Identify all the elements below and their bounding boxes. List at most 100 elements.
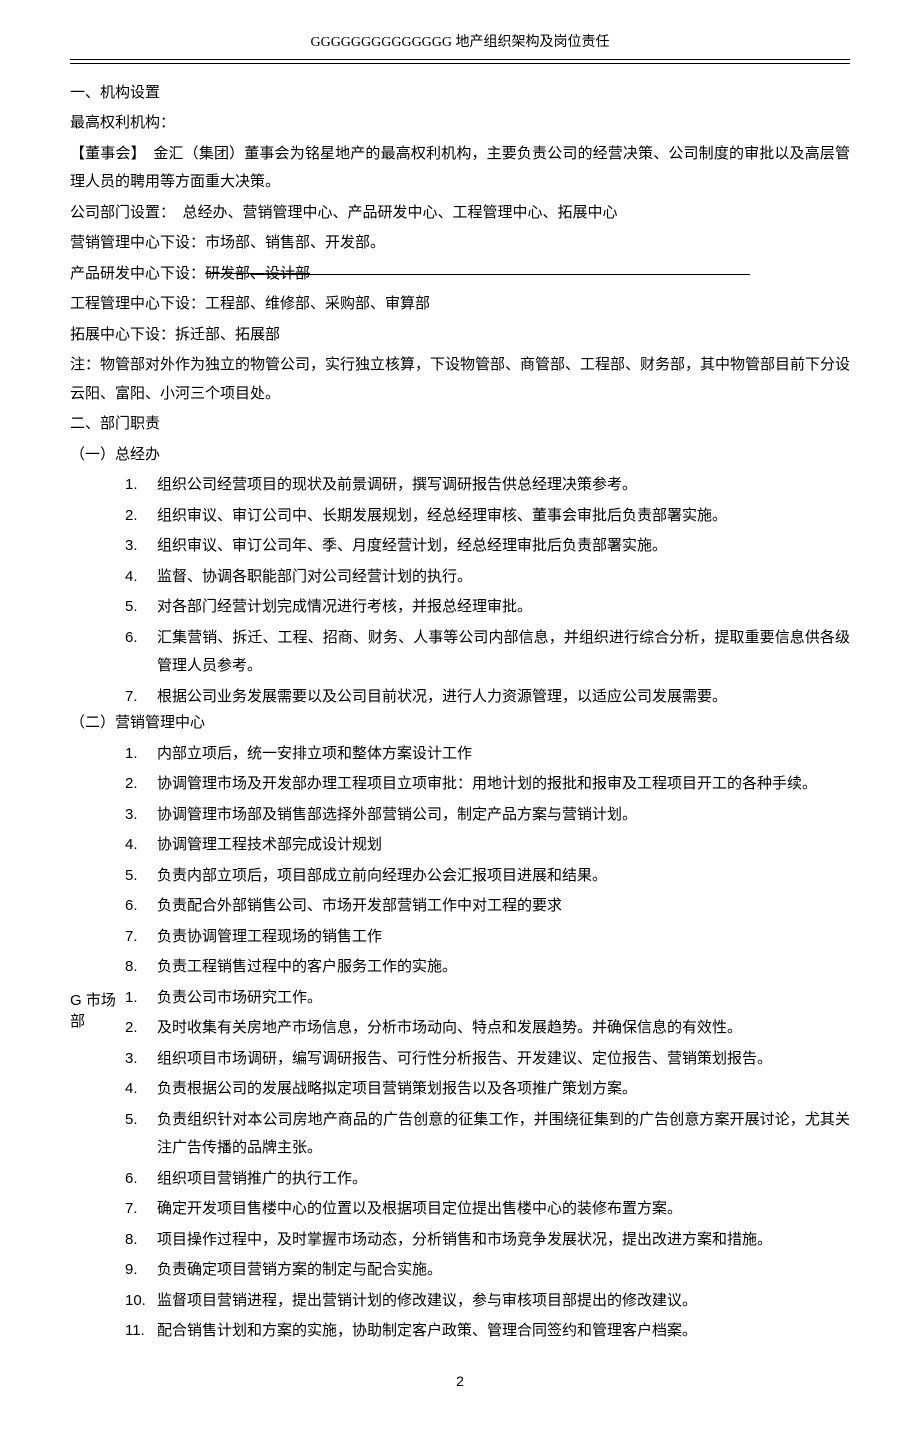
list-text: 汇集营销、拆迁、工程、招商、财务、人事等公司内部信息，并组织进行综合分析，提取重… [157, 624, 850, 681]
list-item: 1.负责公司市场研究工作。 [125, 984, 850, 1013]
list-text: 监督、协调各职能部门对公司经营计划的执行。 [157, 563, 850, 592]
list-item: 7.根据公司业务发展需要以及公司目前状况，进行人力资源管理，以适应公司发展需要。 [125, 683, 850, 712]
list-text: 负责内部立项后，项目部成立前向经理办公会汇报项目进展和结果。 [157, 862, 850, 891]
list-item: 3.组织项目市场调研，编写调研报告、可行性分析报告、开发建议、定位报告、营销策划… [125, 1045, 850, 1074]
list-text: 负责根据公司的发展战略拟定项目营销策划报告以及各项推广策划方案。 [157, 1075, 850, 1104]
subsection-side-label: G 市场部 [70, 984, 125, 1032]
list-number: 4. [125, 563, 157, 592]
list-item: 8.负责工程销售过程中的客户服务工作的实施。 [125, 953, 850, 982]
list-item: 7.负责协调管理工程现场的销售工作 [125, 923, 850, 952]
list-item: 10.监督项目营销进程，提出营销计划的修改建议，参与审核项目部提出的修改建议。 [125, 1287, 850, 1316]
ordered-list: 1.负责公司市场研究工作。 2.及时收集有关房地产市场信息，分析市场动向、特点和… [125, 984, 850, 1346]
strike-rule [250, 274, 750, 275]
list-number: 2. [125, 502, 157, 531]
list-item: 7.确定开发项目售楼中心的位置以及根据项目定位提出售楼中心的装修布置方案。 [125, 1195, 850, 1224]
body-text: 最高权利机构： [70, 109, 850, 138]
list-text: 监督项目营销进程，提出营销计划的修改建议，参与审核项目部提出的修改建议。 [157, 1287, 850, 1316]
list-number: 3. [125, 532, 157, 561]
list-number: 6. [125, 624, 157, 681]
list-item: 6.负责配合外部销售公司、市场开发部营销工作中对工程的要求 [125, 892, 850, 921]
list-text: 内部立项后，统一安排立项和整体方案设计工作 [157, 740, 850, 769]
ordered-list: 1.组织公司经营项目的现状及前景调研，撰写调研报告供总经理决策参考。 2.组织审… [70, 471, 850, 711]
list-item: 4.负责根据公司的发展战略拟定项目营销策划报告以及各项推广策划方案。 [125, 1075, 850, 1104]
list-item: 2.及时收集有关房地产市场信息，分析市场动向、特点和发展趋势。并确保信息的有效性… [125, 1014, 850, 1043]
list-number: 3. [125, 801, 157, 830]
body-text-strike: 产品研发中心下设：研发部、设计部 [70, 260, 850, 289]
list-item: 1.内部立项后，统一安排立项和整体方案设计工作 [125, 740, 850, 769]
list-number: 6. [125, 1165, 157, 1194]
list-number: 7. [125, 683, 157, 712]
list-number: 1. [125, 471, 157, 500]
list-item: 4.协调管理工程技术部完成设计规划 [125, 831, 850, 860]
subsection-title: （一）总经办 [70, 441, 850, 470]
list-text: 负责工程销售过程中的客户服务工作的实施。 [157, 953, 850, 982]
list-item: 3.组织审议、审订公司年、季、月度经营计划，经总经理审批后负责部署实施。 [125, 532, 850, 561]
section-2-title: 二、部门职责 [70, 410, 850, 439]
list-number: 2. [125, 770, 157, 799]
list-text: 组织项目市场调研，编写调研报告、可行性分析报告、开发建议、定位报告、营销策划报告… [157, 1045, 850, 1074]
body-text: 工程管理中心下设：工程部、维修部、采购部、审算部 [70, 290, 850, 319]
list-number: 4. [125, 831, 157, 860]
body-text: 注：物管部对外作为独立的物管公司，实行独立核算，下设物管部、商管部、工程部、财务… [70, 351, 850, 408]
header-rule [70, 63, 850, 64]
body-text: 营销管理中心下设：市场部、销售部、开发部。 [70, 229, 850, 258]
list-number: 2. [125, 1014, 157, 1043]
list-item: 5.负责内部立项后，项目部成立前向经理办公会汇报项目进展和结果。 [125, 862, 850, 891]
list-item: 4.监督、协调各职能部门对公司经营计划的执行。 [125, 563, 850, 592]
list-text: 组织公司经营项目的现状及前景调研，撰写调研报告供总经理决策参考。 [157, 471, 850, 500]
subsection-title: （二）营销管理中心 [70, 709, 850, 738]
list-item: 3.协调管理市场部及销售部选择外部营销公司，制定产品方案与营销计划。 [125, 801, 850, 830]
list-number: 5. [125, 862, 157, 891]
list-number: 4. [125, 1075, 157, 1104]
list-item: 6.汇集营销、拆迁、工程、招商、财务、人事等公司内部信息，并组织进行综合分析，提… [125, 624, 850, 681]
body-text: 公司部门设置： 总经办、营销管理中心、产品研发中心、工程管理中心、拓展中心 [70, 199, 850, 228]
list-text: 配合销售计划和方案的实施，协助制定客户政策、管理合同签约和管理客户档案。 [157, 1317, 850, 1346]
page-header: GGGGGGGGGGGGGG 地产组织架构及岗位责任 [70, 30, 850, 60]
list-item: 9.负责确定项目营销方案的制定与配合实施。 [125, 1256, 850, 1285]
list-text: 负责公司市场研究工作。 [157, 984, 850, 1013]
list-text: 根据公司业务发展需要以及公司目前状况，进行人力资源管理，以适应公司发展需要。 [157, 683, 850, 712]
body-text: 拓展中心下设：拆迁部、拓展部 [70, 321, 850, 350]
list-number: 9. [125, 1256, 157, 1285]
list-text: 及时收集有关房地产市场信息，分析市场动向、特点和发展趋势。并确保信息的有效性。 [157, 1014, 850, 1043]
list-item: 5.负责组织针对本公司房地产商品的广告创意的征集工作，并围绕征集到的广告创意方案… [125, 1106, 850, 1163]
list-text: 协调管理工程技术部完成设计规划 [157, 831, 850, 860]
list-number: 7. [125, 1195, 157, 1224]
list-number: 3. [125, 1045, 157, 1074]
list-item: 2.组织审议、审订公司中、长期发展规划，经总经理审核、董事会审批后负责部署实施。 [125, 502, 850, 531]
list-text: 组织项目营销推广的执行工作。 [157, 1165, 850, 1194]
ordered-list: 1.内部立项后，统一安排立项和整体方案设计工作 2.协调管理市场及开发部办理工程… [70, 740, 850, 982]
list-text: 对各部门经营计划完成情况进行考核，并报总经理审批。 [157, 593, 850, 622]
list-number: 6. [125, 892, 157, 921]
list-number: 8. [125, 953, 157, 982]
list-number: 5. [125, 1106, 157, 1163]
body-text: 【董事会】 金汇（集团）董事会为铭星地产的最高权利机构，主要负责公司的经营决策、… [70, 140, 850, 197]
list-text: 负责协调管理工程现场的销售工作 [157, 923, 850, 952]
body-text: 产品研发中心下设： [70, 266, 205, 282]
list-text: 负责配合外部销售公司、市场开发部营销工作中对工程的要求 [157, 892, 850, 921]
list-item: 2.协调管理市场及开发部办理工程项目立项审批：用地计划的报批和报审及工程项目开工… [125, 770, 850, 799]
list-item: 11.配合销售计划和方案的实施，协助制定客户政策、管理合同签约和管理客户档案。 [125, 1317, 850, 1346]
list-number: 11. [125, 1317, 157, 1346]
list-text: 确定开发项目售楼中心的位置以及根据项目定位提出售楼中心的装修布置方案。 [157, 1195, 850, 1224]
list-text: 负责确定项目营销方案的制定与配合实施。 [157, 1256, 850, 1285]
list-text: 负责组织针对本公司房地产商品的广告创意的征集工作，并围绕征集到的广告创意方案开展… [157, 1106, 850, 1163]
list-number: 5. [125, 593, 157, 622]
list-text: 组织审议、审订公司年、季、月度经营计划，经总经理审批后负责部署实施。 [157, 532, 850, 561]
list-number: 1. [125, 740, 157, 769]
list-text: 协调管理市场部及销售部选择外部营销公司，制定产品方案与营销计划。 [157, 801, 850, 830]
list-text: 协调管理市场及开发部办理工程项目立项审批：用地计划的报批和报审及工程项目开工的各… [157, 770, 850, 799]
list-item: 5.对各部门经营计划完成情况进行考核，并报总经理审批。 [125, 593, 850, 622]
list-number: 10. [125, 1287, 157, 1316]
page-number: 2 [70, 1368, 850, 1395]
list-item: 6.组织项目营销推广的执行工作。 [125, 1165, 850, 1194]
list-number: 8. [125, 1226, 157, 1255]
list-text: 项目操作过程中，及时掌握市场动态，分析销售和市场竞争发展状况，提出改进方案和措施… [157, 1226, 850, 1255]
list-item: 8.项目操作过程中，及时掌握市场动态，分析销售和市场竞争发展状况，提出改进方案和… [125, 1226, 850, 1255]
list-text: 组织审议、审订公司中、长期发展规划，经总经理审核、董事会审批后负责部署实施。 [157, 502, 850, 531]
subsection-row: G 市场部 1.负责公司市场研究工作。 2.及时收集有关房地产市场信息，分析市场… [70, 984, 850, 1348]
section-1-title: 一、机构设置 [70, 79, 850, 108]
list-number: 7. [125, 923, 157, 952]
list-item: 1.组织公司经营项目的现状及前景调研，撰写调研报告供总经理决策参考。 [125, 471, 850, 500]
list-number: 1. [125, 984, 157, 1013]
